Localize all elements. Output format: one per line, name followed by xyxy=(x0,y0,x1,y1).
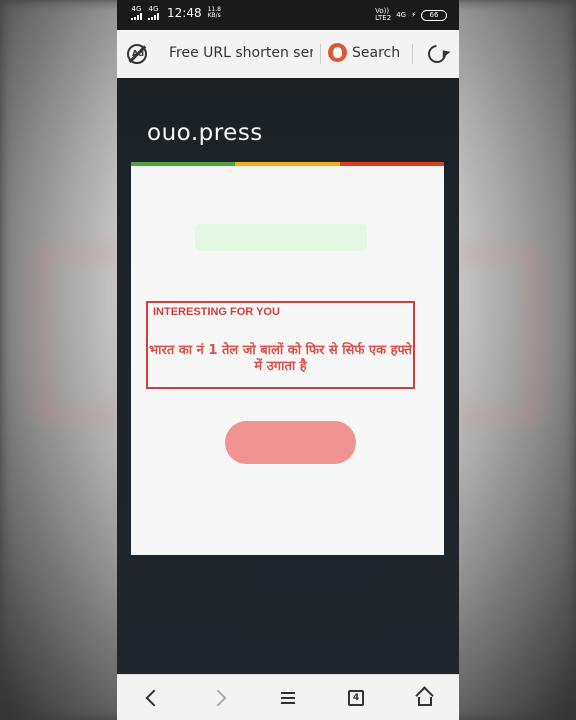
battery-level: 66 xyxy=(429,10,439,19)
tabs-icon: 4 xyxy=(348,690,364,706)
forward-button[interactable] xyxy=(201,675,241,720)
menu-button[interactable] xyxy=(268,675,308,720)
menu-icon xyxy=(281,692,295,704)
network-speed: 11.8 KB/s xyxy=(208,7,221,19)
home-icon xyxy=(415,686,434,706)
sim2-label: 4G xyxy=(148,5,159,13)
ad-text[interactable]: भारत का नं 1 तेल जो बालों को फिर से सिर्… xyxy=(148,343,413,375)
battery-icon: 66 xyxy=(421,9,447,21)
volte-indicator: Vo)) LTE2 xyxy=(375,8,391,22)
duckduckgo-icon xyxy=(328,43,347,62)
back-button[interactable] xyxy=(131,675,171,720)
card-color-stripe xyxy=(131,162,444,166)
stripe-yellow xyxy=(235,162,340,166)
toolbar-divider xyxy=(412,44,413,64)
status-bar: 4G 4G 12:48 11.8 KB/s Vo)) LTE2 4G ⚡ 66 xyxy=(117,0,459,30)
back-icon xyxy=(145,689,163,707)
net-speed-unit: KB/s xyxy=(207,12,221,19)
charging-icon: ⚡ xyxy=(411,11,416,19)
browser-toolbar: Ad Free URL shorten serv Search xyxy=(117,30,459,78)
address-bar-title[interactable]: Free URL shorten serv xyxy=(169,45,313,65)
signal-sim2-icon: 4G xyxy=(148,6,159,20)
site-logo[interactable]: ouo.press xyxy=(147,120,263,146)
home-button[interactable] xyxy=(405,675,445,720)
content-card: INTERESTING FOR YOU भारत का नं 1 तेल जो … xyxy=(131,162,444,555)
status-left: 4G 4G 12:48 11.8 KB/s xyxy=(131,6,221,20)
signal-sim1-icon: 4G xyxy=(131,6,142,20)
status-right: Vo)) LTE2 4G ⚡ 66 xyxy=(375,8,447,22)
continue-button[interactable] xyxy=(225,421,356,464)
bottom-nav: 4 xyxy=(117,674,459,720)
phone-screen: 4G 4G 12:48 11.8 KB/s Vo)) LTE2 4G ⚡ 66 xyxy=(117,0,459,720)
forward-icon xyxy=(209,689,227,707)
toolbar-divider xyxy=(320,44,321,64)
search-button[interactable]: Search xyxy=(328,43,400,62)
adblock-icon[interactable]: Ad xyxy=(127,44,147,64)
volte2: LTE2 xyxy=(375,14,392,22)
ad-label: INTERESTING FOR YOU xyxy=(153,306,280,318)
blurred-ad-right xyxy=(446,250,536,420)
ad-banner[interactable]: INTERESTING FOR YOU भारत का नं 1 तेल जो … xyxy=(146,301,415,389)
stripe-red xyxy=(339,162,444,166)
sim1-label: 4G xyxy=(131,5,142,13)
sim3-label: 4G xyxy=(396,11,407,19)
adblock-icon-text: Ad xyxy=(132,49,144,58)
stripe-green xyxy=(131,162,236,166)
loading-bar xyxy=(195,224,367,251)
web-page: ouo.press INTERESTING FOR YOU भारत का नं… xyxy=(117,78,459,674)
search-label: Search xyxy=(352,44,401,61)
reload-icon[interactable] xyxy=(424,41,450,67)
clock: 12:48 xyxy=(167,6,202,20)
tabs-button[interactable]: 4 xyxy=(336,675,376,720)
